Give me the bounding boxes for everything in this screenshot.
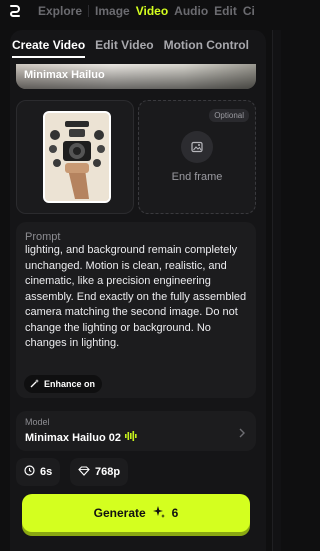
generate-button[interactable]: Generate 6 xyxy=(22,494,250,532)
model-label: Model xyxy=(25,417,50,427)
clock-icon xyxy=(24,465,35,479)
prompt-textarea[interactable]: lighting, and background remain complete… xyxy=(25,243,251,352)
nav-item-video[interactable]: Video xyxy=(136,4,168,18)
nav-item-explore[interactable]: Explore xyxy=(38,4,82,18)
resolution-value: 768p xyxy=(95,466,121,478)
duration-value: 6s xyxy=(40,466,53,478)
frame-inputs: Optional End frame xyxy=(16,100,256,214)
mode-tabs: Create Video Edit Video Motion Control xyxy=(12,38,259,58)
enhance-toggle[interactable]: Enhance on xyxy=(24,375,103,393)
start-frame-thumbnail[interactable] xyxy=(43,111,111,203)
model-name-row: Minimax Hailuo 02 xyxy=(25,431,137,444)
generate-label: Generate xyxy=(93,506,146,520)
prompt-label: Prompt xyxy=(25,231,61,243)
top-nav: Explore Image Video Audio Edit Ci xyxy=(0,0,281,22)
tab-edit-video[interactable]: Edit Video xyxy=(95,38,153,58)
model-name: Minimax Hailuo 02 xyxy=(25,431,121,444)
diamond-icon xyxy=(78,465,90,479)
nav-item-audio[interactable]: Audio xyxy=(174,4,208,18)
end-frame-label: End frame xyxy=(171,171,223,183)
start-frame-slot[interactable] xyxy=(16,100,134,214)
chevron-right-icon xyxy=(238,425,246,443)
enhance-label: Enhance on xyxy=(44,379,96,389)
nav-divider xyxy=(88,5,90,17)
nav-item-image[interactable]: Image xyxy=(95,4,130,18)
app-logo-icon[interactable] xyxy=(8,4,22,18)
prompt-box[interactable]: Prompt lighting, and background remain c… xyxy=(16,222,256,398)
magic-wand-icon xyxy=(30,378,40,390)
banner-model-label: Minimax Hailuo xyxy=(24,69,105,81)
sparkle-icon xyxy=(152,505,166,522)
resolution-chip[interactable]: 768p xyxy=(70,458,129,486)
duration-chip[interactable]: 6s xyxy=(16,458,61,486)
model-selector[interactable]: Model Minimax Hailuo 02 xyxy=(16,411,256,451)
tab-create-video[interactable]: Create Video xyxy=(12,38,86,58)
optional-badge: Optional xyxy=(209,109,249,122)
model-banner[interactable]: Minimax Hailuo xyxy=(16,64,256,89)
nav-item-cinema[interactable]: Ci xyxy=(243,4,255,18)
image-upload-icon xyxy=(181,131,213,163)
end-frame-slot[interactable]: Optional End frame xyxy=(138,100,256,214)
credit-cost: 6 xyxy=(171,506,179,520)
right-panel-edge xyxy=(272,30,281,551)
tab-motion-control[interactable]: Motion Control xyxy=(164,38,249,58)
audio-wave-icon xyxy=(124,431,137,444)
nav-item-edit[interactable]: Edit xyxy=(214,4,237,18)
